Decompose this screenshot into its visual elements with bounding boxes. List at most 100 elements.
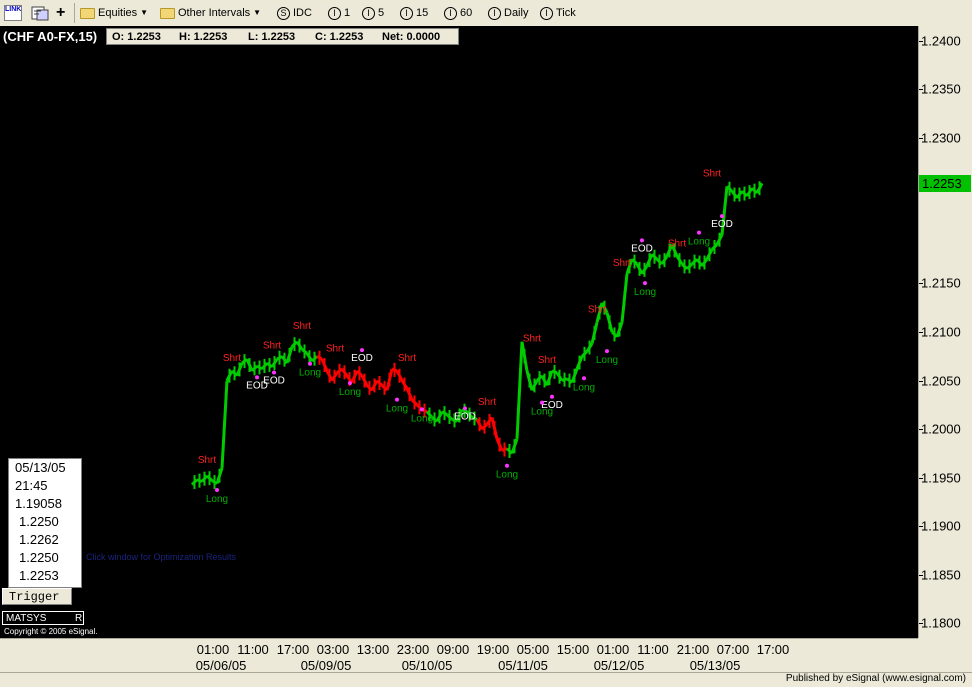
symbol-label: (CHF A0-FX,15): [3, 29, 98, 44]
other-intervals-dropdown[interactable]: Other Intervals ▼: [160, 4, 261, 22]
interval-daily-label: Daily: [504, 7, 529, 19]
time-tick-label: 15:00: [556, 642, 590, 657]
signal-marker: [640, 238, 644, 243]
interval-icon: I: [362, 6, 375, 20]
chart-area[interactable]: Shrt Long Shrt EOD Shrt EOD Shrt Long Shrt EOD Lon…: [0, 26, 918, 638]
price-tick-label: 1.2000: [921, 421, 961, 437]
time-tick-label: 13:00: [356, 642, 390, 657]
interval-daily-button[interactable]: I Daily: [488, 4, 528, 22]
time-tick-label: 05:00: [516, 642, 550, 657]
interval-5-button[interactable]: I 5: [362, 4, 384, 22]
interval-1-button[interactable]: I 1: [328, 4, 350, 22]
link-button[interactable]: LINK: [4, 4, 22, 22]
equities-dropdown[interactable]: Equities ▼: [80, 4, 148, 22]
signal-marker: [720, 214, 724, 219]
signal-label: Long: [531, 407, 553, 418]
date-tick-label: 05/13/05: [689, 658, 741, 673]
matsys-name: MATSYS: [6, 613, 47, 624]
signal-label: EOD: [711, 219, 733, 230]
price-plot: ShrtLongShrtEODShrtEODShrtLongShrtEODLon…: [190, 169, 764, 505]
other-intervals-label: Other Intervals: [178, 7, 251, 19]
properties-button[interactable]: [31, 4, 49, 22]
signal-label: Shrt: [613, 258, 632, 269]
time-tick-label: 17:00: [276, 642, 310, 657]
cursor-time: 21:45: [15, 478, 48, 493]
time-tick-label: 07:00: [716, 642, 750, 657]
time-tick-label: 03:00: [316, 642, 350, 657]
copyright-text: Copyright © 2005 eSignal.: [4, 627, 98, 636]
interval-60-button[interactable]: I 60: [444, 4, 472, 22]
high-value: H: 1.2253: [179, 31, 228, 43]
price-tick-label: 1.2400: [921, 33, 961, 49]
signal-label: Shrt: [538, 355, 557, 366]
ohlc-bar: O: 1.2253 H: 1.2253 L: 1.2253 C: 1.2253 …: [106, 28, 459, 45]
time-tick-label: 11:00: [237, 642, 269, 657]
signal-label: Long: [688, 237, 710, 248]
signal-label: Long: [573, 382, 595, 393]
equities-label: Equities: [98, 7, 138, 19]
matsys-flag: R: [75, 613, 83, 624]
signal-label: EOD: [454, 411, 476, 422]
cursor-value-1: 1.19058: [15, 496, 62, 511]
signal-marker: [360, 348, 364, 353]
add-button[interactable]: +: [56, 4, 65, 22]
idc-label: IDC: [293, 7, 312, 19]
signal-marker: [505, 463, 509, 468]
low-value: L: 1.2253: [248, 31, 296, 43]
signal-marker: [308, 361, 312, 366]
plus-icon: +: [56, 4, 66, 21]
cursor-date: 05/13/05: [15, 460, 66, 475]
signal-marker: [420, 407, 424, 412]
signal-label: Shrt: [223, 353, 242, 364]
signal-label: Shrt: [198, 455, 217, 466]
last-price-badge: 1.2253: [919, 175, 971, 193]
interval-tick-label: Tick: [556, 7, 576, 19]
s-circle-icon: S: [277, 6, 290, 20]
time-tick-label: 11:00: [637, 642, 669, 657]
interval-icon: I: [444, 6, 457, 20]
optimization-hint[interactable]: Click window for Optimization Results: [86, 552, 236, 562]
link-icon: LINK: [4, 5, 22, 21]
signal-marker: [643, 281, 647, 286]
folder-icon: [160, 7, 175, 19]
signal-label: Shrt: [523, 334, 542, 345]
date-tick-label: 05/11/05: [498, 658, 548, 673]
signal-marker: [255, 375, 259, 380]
interval-15-button[interactable]: I 15: [400, 4, 428, 22]
time-axis[interactable]: 01:00 11:00 17:00 03:00 13:00 23:00 09:00 19:00…: [0, 638, 918, 673]
signal-marker: [540, 400, 544, 405]
signal-label: EOD: [631, 243, 653, 254]
time-tick-label: 23:00: [396, 642, 430, 657]
cursor-value-2: 1.2250: [19, 514, 59, 529]
price-tick-label: 1.2350: [921, 81, 961, 97]
interval-15-label: 15: [416, 7, 429, 19]
cursor-value-4: 1.2250: [19, 550, 59, 565]
signal-marker: [582, 376, 586, 381]
time-tick-label: 19:00: [476, 642, 510, 657]
signal-label: Long: [386, 404, 408, 415]
close-value: C: 1.2253: [315, 31, 364, 43]
signal-label: Long: [496, 470, 518, 481]
signal-marker: [395, 397, 399, 402]
open-value: O: 1.2253: [112, 31, 161, 43]
toolbar: LINK + Equities ▼ Other Intervals ▼ S ID…: [0, 0, 972, 27]
time-tick-label: 21:00: [676, 642, 710, 657]
signal-label: Shrt: [478, 397, 497, 408]
price-tick-label: 1.1900: [921, 518, 961, 534]
trigger-button[interactable]: Trigger: [2, 588, 72, 605]
net-value: Net: 0.0000: [382, 31, 441, 43]
signal-label: Shrt: [398, 353, 417, 364]
idc-button[interactable]: S IDC: [277, 4, 312, 22]
folder-icon: [80, 7, 95, 19]
interval-1-label: 1: [344, 7, 351, 19]
price-tick-label: 1.1950: [921, 470, 961, 486]
interval-icon: I: [400, 6, 413, 20]
price-axis[interactable]: 1.2253 1.2400 1.2350 1.2300 1.2150 1.2100 1.2…: [918, 26, 972, 638]
matsys-study-label[interactable]: MATSYS R: [2, 611, 84, 625]
signal-marker: [697, 230, 701, 235]
interval-tick-button[interactable]: I Tick: [540, 4, 576, 22]
signal-marker: [215, 488, 219, 492]
signal-label: EOD: [263, 375, 285, 386]
time-tick-label: 01:00: [196, 642, 230, 657]
signal-label: Long: [596, 355, 618, 366]
